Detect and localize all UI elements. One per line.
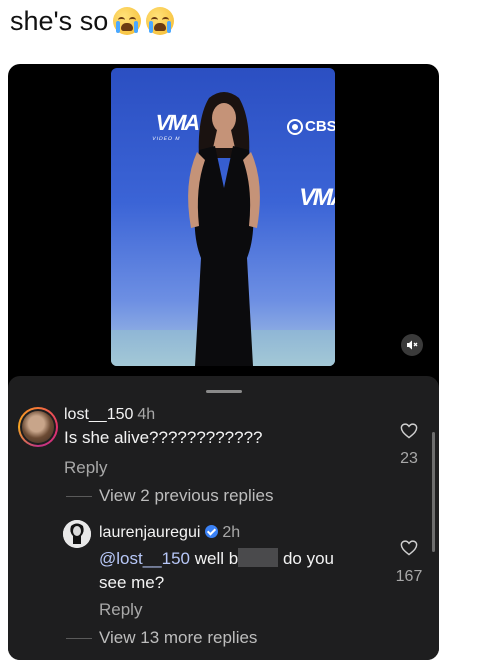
reply-text-line1: @lost__150 well b do you: [99, 548, 334, 569]
comment-text: Is she alive????????????: [64, 428, 263, 447]
mute-button[interactable]: [401, 334, 423, 356]
person-figure: [188, 92, 260, 366]
video-frame[interactable]: VMA VIDEO M VMA CBS: [111, 68, 335, 366]
comment-header: lost__150 4h: [64, 404, 155, 424]
avatar-lost-150[interactable]: [18, 407, 58, 447]
cbs-eye-icon: [287, 118, 303, 135]
like-count: 23: [400, 450, 418, 467]
view-previous-replies[interactable]: View 2 previous replies: [99, 486, 274, 506]
heart-icon[interactable]: [400, 540, 418, 556]
vma-logo-secondary: VMA: [296, 184, 335, 212]
cbs-logo-text: CBS: [305, 118, 335, 135]
like-count: 167: [395, 568, 423, 585]
reply-text-line2: see me?: [99, 573, 165, 592]
comments-sheet: lost__150 4h Is she alive???????????? Rep…: [8, 376, 439, 660]
reply-header: laurenjauregui 2h: [99, 522, 240, 542]
verified-badge-icon: [205, 525, 219, 539]
replies-divider: [66, 496, 92, 497]
vma-logo-text: VMA: [296, 184, 335, 211]
view-more-replies[interactable]: View 13 more replies: [99, 628, 257, 648]
reply-button[interactable]: Reply: [99, 600, 142, 620]
screenshot-card: VMA VIDEO M VMA CBS lost__150 4h Is she …: [8, 64, 439, 660]
scrollbar[interactable]: [432, 432, 435, 552]
loudly-crying-face-emoji: [113, 7, 142, 35]
reply-text-part2: do you: [282, 549, 334, 568]
reply-username[interactable]: laurenjauregui: [99, 524, 200, 541]
mention-link[interactable]: @lost__150: [99, 549, 190, 568]
profile-picture: [22, 411, 54, 443]
reply-text-part1: well b: [194, 549, 239, 568]
avatar-laurenjauregui[interactable]: [63, 520, 91, 548]
comment-username[interactable]: lost__150: [64, 406, 133, 423]
comment-time: 4h: [137, 406, 156, 423]
heart-icon[interactable]: [400, 423, 418, 439]
speaker-muted-icon: [407, 340, 418, 350]
reply-button[interactable]: Reply: [64, 458, 107, 478]
cbs-logo: CBS: [287, 118, 335, 135]
reply-time: 2h: [222, 524, 241, 541]
loudly-crying-face-emoji: [146, 7, 175, 35]
replies-divider: [66, 638, 92, 639]
redaction-box: [238, 548, 279, 567]
post-caption: she's so: [10, 3, 175, 39]
caption-text: she's so: [10, 6, 109, 36]
profile-picture: [63, 520, 91, 548]
drag-handle[interactable]: [206, 390, 242, 393]
